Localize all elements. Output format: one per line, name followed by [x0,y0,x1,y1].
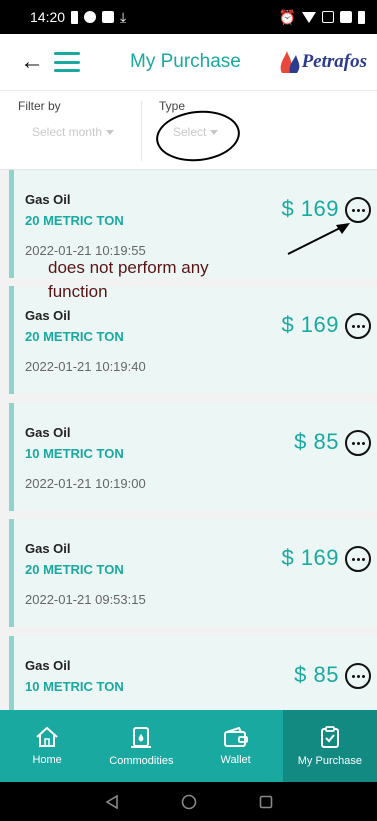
product-name: Gas Oil [25,192,71,207]
bottom-nav: Home Commodities Wallet My Purchase [0,710,377,782]
more-options-icon[interactable] [345,663,371,689]
home-icon [36,726,58,747]
card-accent [9,636,14,710]
recents-square-icon[interactable] [259,795,273,809]
messenger-icon [84,11,97,23]
quantity: 20 METRIC TON [25,329,124,344]
no-sim-icon [322,11,334,23]
card-accent [9,403,14,511]
wallet-icon [223,726,248,747]
purchase-card[interactable]: Gas Oil 10 METRIC TON 2022-01-21 10:19:0… [9,403,377,511]
more-options-icon[interactable] [345,313,371,339]
page-title: My Purchase [130,51,241,72]
nav-home[interactable]: Home [0,710,94,782]
quantity: 10 METRIC TON [25,446,124,461]
alarm-icon: ⏰ [278,8,296,25]
nav-label: Home [32,754,62,766]
flame-logo-icon [280,51,299,73]
product-name: Gas Oil [25,425,71,440]
more-options-icon[interactable] [345,546,371,572]
status-time: 14:20 [30,9,66,25]
purchase-date: 2022-01-21 09:53:15 [25,592,146,607]
menu-icon[interactable] [54,52,80,72]
product-name: Gas Oil [25,308,71,323]
back-triangle-icon[interactable] [104,794,119,809]
card-accent [9,170,14,278]
signal-icon [340,11,352,23]
fuel-drum-icon [131,727,152,748]
price: $ 85 [294,662,339,687]
battery-saver-icon [71,10,79,24]
quantity: 20 METRIC TON [25,213,124,228]
wifi-icon [302,11,316,23]
youtube-icon [102,11,115,23]
product-name: Gas Oil [25,658,71,673]
more-options-icon[interactable] [345,430,371,456]
annotation-arrow [287,223,350,255]
battery-icon [358,10,365,24]
filter-divider [141,101,142,161]
quantity: 10 METRIC TON [25,679,124,694]
price: $ 85 [294,429,339,454]
back-arrow-icon[interactable]: ← [20,48,44,76]
clipboard-check-icon [320,726,339,748]
purchase-card[interactable]: Gas Oil 20 METRIC TON 2022-01-21 09:53:1… [9,519,377,627]
price: $ 169 [281,312,339,337]
month-filter: Filter by Select month [18,99,115,139]
nav-my-purchase[interactable]: My Purchase [282,710,377,782]
download-icon: ⤓ [120,8,127,25]
annotation-text: does not perform any function [48,258,209,301]
month-select[interactable]: Select month [32,125,115,139]
nav-wallet[interactable]: Wallet [189,710,283,782]
purchase-card[interactable]: Gas Oil 10 METRIC TON $ 85 [9,636,377,710]
nav-commodities[interactable]: Commodities [94,710,188,782]
nav-label: My Purchase [297,755,362,767]
brand-logo: Petrafos [278,49,367,75]
month-select-value: Select month [32,125,103,139]
quantity: 20 METRIC TON [25,562,124,577]
status-bar: 14:20 ⤓ ⏰ [0,0,377,34]
product-name: Gas Oil [25,541,71,556]
purchase-date: 2022-01-21 10:19:00 [25,476,146,491]
home-circle-icon[interactable] [181,794,197,810]
app-header: ← My Purchase Petrafos [0,34,377,90]
price: $ 169 [281,545,339,570]
chevron-down-icon [106,129,115,135]
card-accent [9,519,14,627]
card-accent [9,286,14,394]
month-filter-label: Filter by [18,99,61,113]
nav-label: Commodities [109,755,174,767]
nav-label: Wallet [220,754,251,766]
system-nav-bar [0,782,377,821]
brand-name: Petrafos [301,51,367,72]
purchase-date: 2022-01-21 10:19:40 [25,359,146,374]
